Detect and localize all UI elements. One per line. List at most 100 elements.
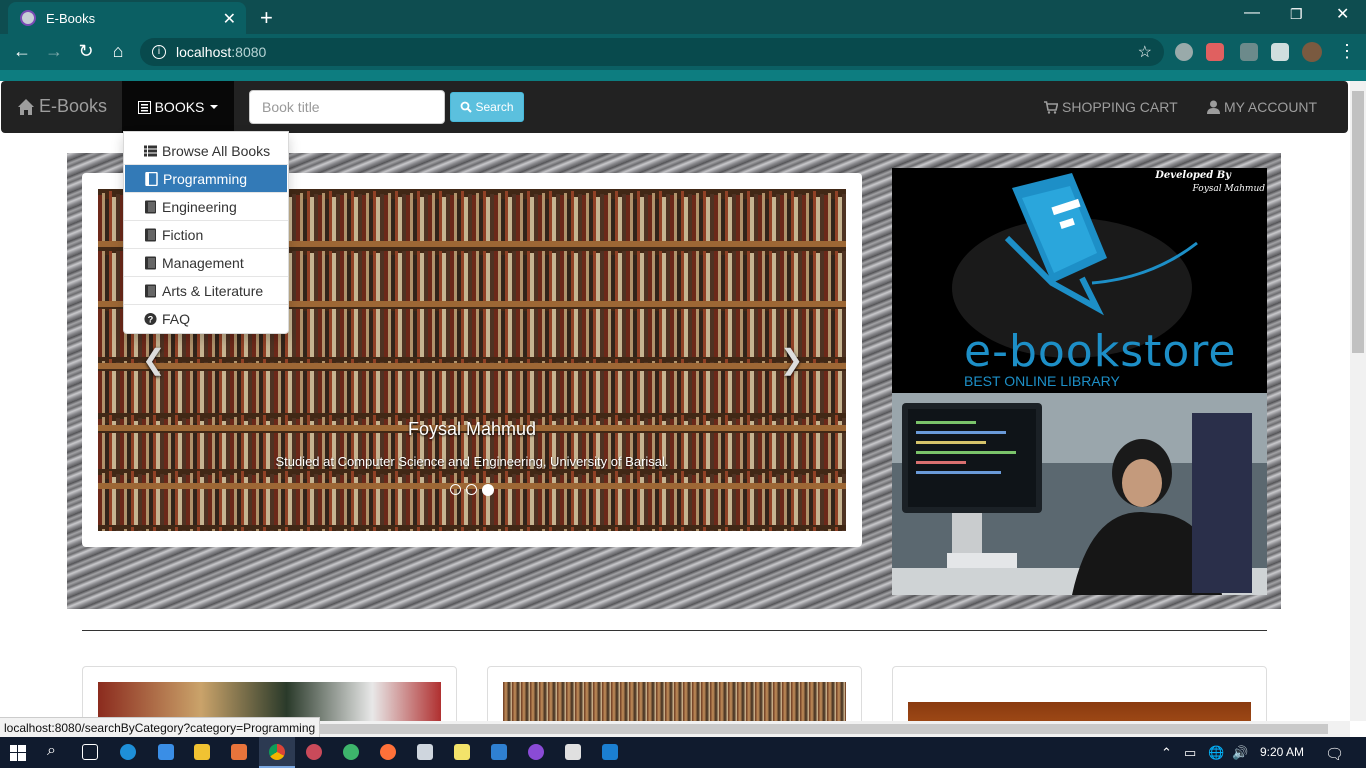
- tray-chevron-up-icon[interactable]: ⌃: [1161, 745, 1172, 761]
- svg-text:?: ?: [148, 315, 154, 325]
- section-divider: [82, 630, 1267, 631]
- books-menu-label: BOOKS: [154, 99, 205, 115]
- extension-tool-icon[interactable]: [1240, 43, 1258, 61]
- carousel-indicator-active[interactable]: [482, 484, 494, 496]
- browser-tab[interactable]: E-Books ✕: [8, 2, 246, 34]
- profile-avatar[interactable]: [1302, 42, 1322, 62]
- edge-browser-icon[interactable]: [120, 744, 136, 760]
- carousel-caption-title: Foysal Mahmud: [407, 419, 537, 439]
- notes-icon[interactable]: [454, 744, 470, 760]
- books-dropdown-menu: Browse All Books Programming Engineering…: [123, 131, 289, 334]
- reload-icon[interactable]: ↻: [75, 41, 97, 62]
- extension-icon[interactable]: [1175, 43, 1193, 61]
- search-button[interactable]: Search: [450, 92, 524, 122]
- dropdown-item-faq[interactable]: ? FAQ: [124, 305, 288, 333]
- battery-icon[interactable]: ▭: [1184, 745, 1196, 761]
- book-icon: [145, 284, 156, 297]
- search-icon[interactable]: ⌕: [47, 742, 56, 760]
- book-icon: [145, 256, 156, 269]
- windows-start-icon[interactable]: [10, 745, 26, 761]
- back-icon[interactable]: ←: [11, 41, 33, 62]
- shopping-cart-label: SHOPPING CART: [1062, 99, 1178, 115]
- page-top-strip: [0, 70, 1366, 81]
- card-image: [908, 702, 1251, 721]
- brand-link[interactable]: E-Books: [17, 96, 107, 117]
- link-status-bar: localhost:8080/searchByCategory?category…: [0, 717, 321, 738]
- mail-icon[interactable]: [602, 744, 618, 760]
- dropdown-item-label: Fiction: [162, 226, 204, 243]
- carousel-indicator[interactable]: [450, 484, 461, 495]
- volume-icon[interactable]: 🔊: [1232, 745, 1248, 761]
- dropdown-item-browse-all-books[interactable]: Browse All Books: [124, 137, 288, 165]
- extension-record-icon[interactable]: [1206, 43, 1224, 61]
- calculator-icon[interactable]: [417, 744, 433, 760]
- dropdown-item-fiction[interactable]: Fiction: [124, 221, 288, 249]
- tab-title: E-Books: [46, 10, 96, 26]
- list-icon: [137, 100, 151, 114]
- page-viewport: E-Books BOOKS Search SHOPPING CART MY AC…: [0, 81, 1350, 721]
- programmer-workspace-image: [892, 393, 1267, 595]
- caret-down-icon: [210, 105, 219, 109]
- scrollbar-thumb[interactable]: [1352, 91, 1364, 353]
- app-icon[interactable]: [158, 744, 174, 760]
- chrome-icon[interactable]: [269, 744, 285, 760]
- book-icon: [145, 228, 156, 241]
- home-icon[interactable]: ⌂: [107, 41, 129, 62]
- carousel-next-icon[interactable]: ❯: [780, 343, 803, 376]
- url-host: localhost: [176, 44, 232, 60]
- app-icon[interactable]: [306, 744, 322, 760]
- app-icon[interactable]: [343, 744, 359, 760]
- dropdown-item-engineering[interactable]: Engineering: [124, 193, 288, 221]
- site-navbar: E-Books BOOKS Search SHOPPING CART MY AC…: [1, 81, 1348, 133]
- category-card[interactable]: [892, 666, 1267, 721]
- windows-taskbar: ⌕ ⌃ ▭ 🌐 🔊 9:20 AM 🗨: [0, 737, 1366, 768]
- extensions-puzzle-icon[interactable]: [1271, 43, 1289, 61]
- app-icon[interactable]: [565, 744, 581, 760]
- my-account-link[interactable]: MY ACCOUNT: [1207, 99, 1317, 115]
- dropdown-item-management[interactable]: Management: [124, 249, 288, 277]
- address-bar[interactable]: i localhost:8080 ☆: [140, 38, 1164, 66]
- app-icon[interactable]: [231, 744, 247, 760]
- shopping-cart-link[interactable]: SHOPPING CART: [1044, 99, 1178, 115]
- browser-toolbar: ← → ↻ ⌂ i localhost:8080 ☆ ⋮: [0, 34, 1366, 70]
- restore-icon[interactable]: ❐: [1290, 6, 1303, 23]
- taskbar-clock[interactable]: 9:20 AM: [1260, 745, 1304, 759]
- site-info-icon[interactable]: i: [152, 45, 166, 59]
- app-icon[interactable]: [528, 744, 544, 760]
- search-button-label: Search: [475, 100, 514, 114]
- carousel-prev-icon[interactable]: ❮: [142, 343, 165, 376]
- question-circle-icon: ?: [144, 312, 157, 326]
- forward-icon[interactable]: →: [43, 41, 65, 62]
- carousel-indicator[interactable]: [466, 484, 477, 495]
- ebookstore-promo-image: Developed By Foysal Mahmud e-bookstore B…: [892, 168, 1267, 393]
- ebookstore-logo-text: e-bookstore: [964, 326, 1237, 377]
- file-explorer-icon[interactable]: [194, 744, 210, 760]
- bookmark-star-icon[interactable]: ☆: [1138, 42, 1152, 62]
- firefox-icon[interactable]: [380, 744, 396, 760]
- new-tab-icon[interactable]: +: [260, 5, 273, 31]
- tab-close-icon[interactable]: ✕: [223, 9, 236, 29]
- category-card[interactable]: [487, 666, 862, 721]
- task-view-icon[interactable]: [82, 744, 98, 760]
- tab-favicon-icon: [20, 10, 36, 26]
- card-library-image: [503, 682, 846, 721]
- book-icon: [145, 171, 158, 186]
- vertical-scrollbar[interactable]: [1350, 81, 1366, 721]
- book-title-search-input[interactable]: [249, 90, 445, 124]
- search-icon: [461, 101, 473, 113]
- book-icon: [145, 200, 156, 213]
- category-card[interactable]: [82, 666, 457, 721]
- network-globe-icon[interactable]: 🌐: [1208, 745, 1224, 761]
- user-icon: [1207, 100, 1220, 114]
- books-dropdown-toggle[interactable]: BOOKS: [122, 81, 234, 133]
- notifications-icon[interactable]: 🗨: [1325, 745, 1344, 763]
- app-icon[interactable]: [491, 744, 507, 760]
- window-close-icon[interactable]: ✕: [1336, 4, 1349, 24]
- home-icon: [18, 98, 34, 115]
- url-port: :8080: [231, 44, 267, 60]
- dropdown-item-programming[interactable]: Programming: [125, 165, 287, 193]
- dropdown-item-label: Programming: [163, 170, 248, 187]
- minimize-icon[interactable]: —: [1244, 4, 1260, 22]
- dropdown-item-arts-literature[interactable]: Arts & Literature: [124, 277, 288, 305]
- browser-menu-icon[interactable]: ⋮: [1336, 41, 1358, 62]
